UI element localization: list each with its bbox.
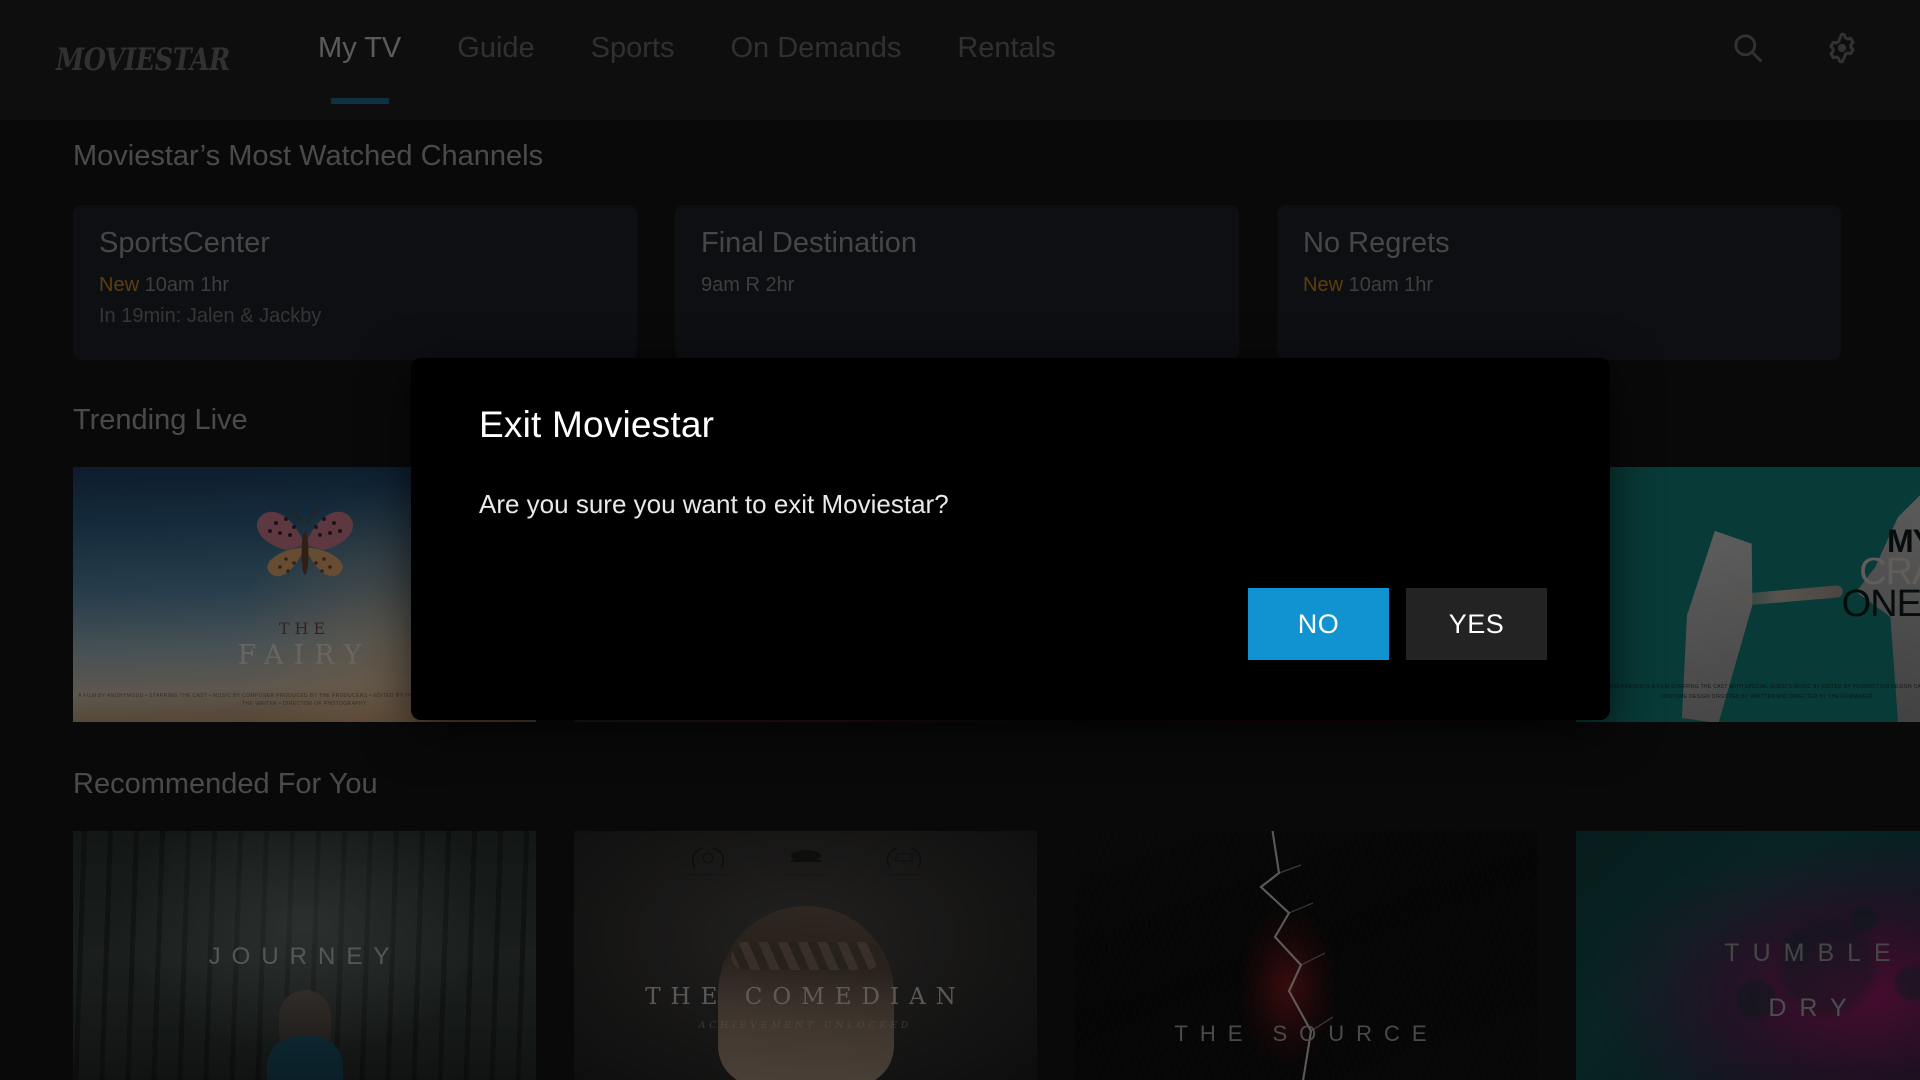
dialog-action-bar: NO YES: [1248, 588, 1547, 660]
no-button[interactable]: NO: [1248, 588, 1389, 660]
dialog-message: Are you sure you want to exit Moviestar?: [479, 489, 949, 519]
dialog-title: Exit Moviestar: [479, 404, 715, 445]
exit-confirmation-dialog: Exit Moviestar Are you sure you want to …: [411, 358, 1610, 720]
yes-button[interactable]: YES: [1406, 588, 1547, 660]
app-root: MOVIESTAR My TV Guide Sports On Demands: [0, 0, 1920, 1080]
